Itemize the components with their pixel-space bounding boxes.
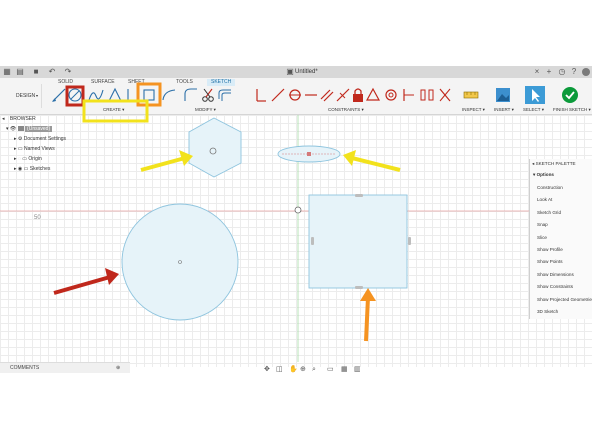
navigation-bar: ✥ ◫ ✋ ⊕ ⌕ ▭ ▦ ▥ xyxy=(264,364,361,373)
yellow-arrow-ellipse xyxy=(343,150,401,172)
rect-left-handle[interactable] xyxy=(311,237,314,245)
sketch-hexagon[interactable] xyxy=(188,117,242,178)
sketch-palette: ◂ SKETCH PALETTE ▾ Options Construction … xyxy=(529,159,592,319)
options-section[interactable]: ▾ Options xyxy=(533,170,554,180)
orbit-icon: ✥ xyxy=(264,365,270,373)
sketch-circle[interactable] xyxy=(121,203,239,321)
rect-top-handle[interactable] xyxy=(355,194,363,197)
sketch-rectangle[interactable] xyxy=(308,194,408,289)
palette-item-show-constraints[interactable]: Show Constraints xyxy=(537,282,573,292)
palette-item-show-dimensions[interactable]: Show Dimensions xyxy=(537,270,574,280)
look-at-icon: ◫ xyxy=(276,366,283,373)
grid-settings-icon: ▦ xyxy=(341,366,348,373)
collapse-icon[interactable]: ◂ xyxy=(532,161,534,166)
rect-bottom-handle[interactable] xyxy=(355,286,363,289)
origin-point[interactable] xyxy=(294,206,302,214)
palette-item-sketch-grid[interactable]: Sketch Grid xyxy=(537,208,561,218)
ellipse-center-point[interactable] xyxy=(307,152,311,156)
axis-label-left: 50 xyxy=(34,215,41,221)
comments-bar[interactable]: COMMENTS ⊕ xyxy=(0,362,130,373)
options-section-label: Options xyxy=(536,172,554,177)
palette-item-snap[interactable]: Snap xyxy=(537,220,548,230)
yellow-arrow-hexagon xyxy=(140,150,193,172)
sketch-overlay: 50 50 ✥ ◫ ✋ ⊕ ⌕ ▭ ▦ ▥ xyxy=(0,82,592,373)
palette-item-construction[interactable]: Construction xyxy=(537,183,563,193)
chevron-down-icon: ▾ xyxy=(533,172,536,177)
palette-item-slice[interactable]: Slice xyxy=(537,233,547,243)
fit-icon: ⌕ xyxy=(312,366,316,373)
comments-label: COMMENTS xyxy=(10,365,40,371)
palette-item-show-profile[interactable]: Show Profile xyxy=(537,245,563,255)
palette-item-3d-sketch[interactable]: 3D Sketch xyxy=(537,307,558,317)
rect-right-handle[interactable] xyxy=(408,237,411,245)
palette-item-show-projected-geometries[interactable]: Show Projected Geometries xyxy=(537,295,592,305)
orange-arrow-rectangle xyxy=(360,288,376,342)
red-arrow-circle xyxy=(53,268,119,295)
viewports-icon: ▥ xyxy=(354,366,361,373)
palette-item-look-at[interactable]: Look At xyxy=(537,195,552,205)
palette-item-show-points[interactable]: Show Points xyxy=(537,257,563,267)
sketch-palette-header[interactable]: ◂ SKETCH PALETTE xyxy=(532,159,576,169)
zoom-icon: ⊕ xyxy=(300,366,306,373)
display-settings-icon: ▭ xyxy=(327,366,334,373)
add-comment-icon[interactable]: ⊕ xyxy=(116,363,120,373)
pan-icon: ✋ xyxy=(289,364,298,373)
red-highlight-box xyxy=(65,85,85,107)
sketch-palette-title: SKETCH PALETTE xyxy=(535,161,576,166)
